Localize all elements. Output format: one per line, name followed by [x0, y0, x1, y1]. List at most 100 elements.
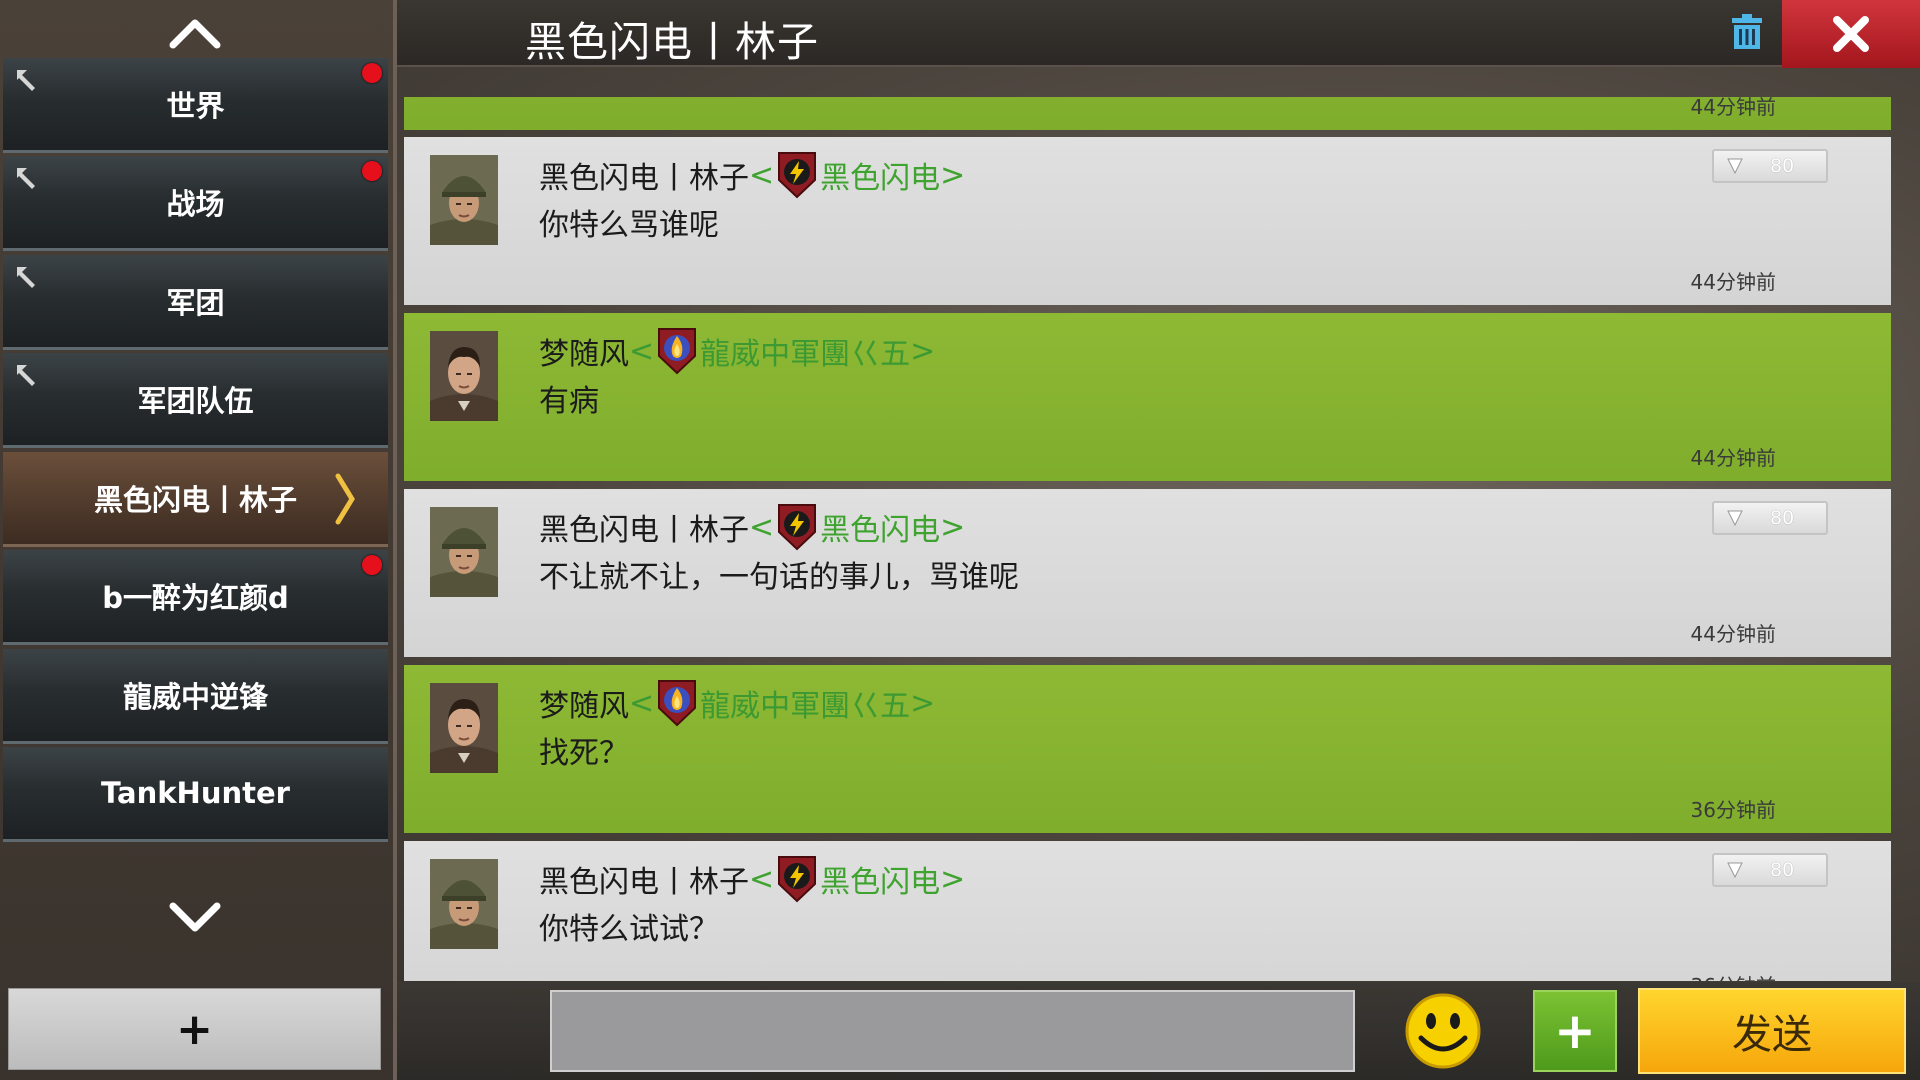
channel-sidebar: 世界 战场 军团 军团队伍 黑色闪电丨林子 b一醉为红颜d 龍威中逆锋 Tank…: [0, 0, 396, 1080]
message-item: 44分钟前: [404, 97, 1891, 130]
plus-icon: +: [176, 1003, 213, 1055]
send-label: 发送: [1732, 1012, 1812, 1058]
lightning-badge-icon: [778, 504, 817, 551]
channel-item-private-linzi[interactable]: 黑色闪电丨林子: [3, 452, 388, 547]
plus-icon: +: [1554, 1002, 1596, 1060]
pin-icon[interactable]: [13, 164, 43, 194]
channel-item-world[interactable]: 世界: [3, 58, 388, 153]
message-time: 36分钟前: [1690, 798, 1776, 822]
emoji-icon[interactable]: [1404, 992, 1482, 1070]
unread-dot: [362, 555, 382, 575]
chevron-right-icon: [335, 473, 355, 525]
pin-icon[interactable]: [13, 361, 43, 391]
message-text: 你特么试试？: [539, 912, 719, 947]
message-text: 不让就不让，一句话的事儿，骂谁呢: [539, 560, 1019, 595]
add-channel-button[interactable]: +: [8, 988, 381, 1070]
vip-arrow-icon: [1727, 862, 1743, 879]
message-item: 黑色闪电丨林子 < 黑色闪电 > 你特么骂谁呢 80 44分钟前: [404, 137, 1891, 305]
avatar-officer[interactable]: [430, 331, 498, 421]
channel-label: 世界: [166, 89, 225, 123]
channel-label: TankHunter: [101, 776, 290, 810]
lightning-badge-icon: [778, 152, 817, 199]
send-button[interactable]: 发送: [1638, 988, 1906, 1074]
close-button[interactable]: [1782, 0, 1920, 68]
vip-level-chip: 80: [1712, 501, 1828, 535]
message-time: 44分钟前: [1690, 446, 1776, 470]
input-bar: + 发送: [397, 982, 1920, 1080]
scroll-down-button[interactable]: [160, 893, 230, 943]
channel-item-private-tankhunter[interactable]: TankHunter: [3, 747, 388, 842]
message-header: 梦随风 < 龍威中軍團巜五 >: [539, 326, 935, 376]
message-header: 黑色闪电丨林子 < 黑色闪电 >: [539, 150, 965, 200]
vip-level: 80: [1770, 507, 1795, 529]
pin-icon[interactable]: [13, 263, 43, 293]
guild-bracket-open: <: [749, 157, 775, 193]
channel-item-battlefield[interactable]: 战场: [3, 156, 388, 251]
message-text: 有病: [539, 384, 599, 419]
message-text: 找死？: [539, 736, 629, 771]
lightning-badge-icon: [778, 856, 817, 903]
guild-bracket-open: <: [749, 861, 775, 897]
channel-label: 龍威中逆锋: [122, 680, 268, 714]
sidebar-divider: [393, 0, 397, 1080]
unread-dot: [362, 161, 382, 181]
guild-name: 龍威中軍團巜五: [700, 689, 911, 724]
vip-arrow-icon: [1727, 158, 1743, 175]
guild-bracket-close: >: [910, 685, 936, 721]
attach-plus-button[interactable]: +: [1533, 990, 1617, 1072]
guild-bracket-close: >: [910, 333, 936, 369]
message-item: 黑色闪电丨林子 < 黑色闪电 > 你特么试试？ 80 36分钟前: [404, 841, 1891, 981]
vip-level: 80: [1770, 155, 1795, 177]
vip-level-chip: 80: [1712, 853, 1828, 887]
flame-badge-icon: [658, 328, 697, 375]
guild-bracket-close: >: [940, 861, 966, 897]
sender-name[interactable]: 梦随风: [539, 329, 629, 373]
sender-name[interactable]: 黑色闪电丨林子: [539, 505, 749, 549]
message-list[interactable]: 44分钟前 黑色闪电丨林子 < 黑色闪电 > 你特么骂谁呢 80 44分钟前 梦…: [404, 97, 1891, 981]
message-header: 梦随风 < 龍威中軍團巜五 >: [539, 678, 935, 728]
avatar-soldier-helmet[interactable]: [430, 507, 498, 597]
message-header: 黑色闪电丨林子 < 黑色闪电 >: [539, 502, 965, 552]
guild-bracket-close: >: [940, 157, 966, 193]
channel-item-private-longwei[interactable]: 龍威中逆锋: [3, 649, 388, 744]
chevron-down-icon: [169, 902, 221, 932]
guild-bracket-open: <: [749, 509, 775, 545]
chat-header: 黑色闪电丨林子: [397, 0, 1920, 68]
pin-icon[interactable]: [13, 66, 43, 96]
message-item: 黑色闪电丨林子 < 黑色闪电 > 不让就不让，一句话的事儿，骂谁呢 80 44分…: [404, 489, 1891, 657]
channel-label: 黑色闪电丨林子: [93, 483, 297, 517]
sender-name[interactable]: 梦随风: [539, 681, 629, 725]
message-time: 44分钟前: [1690, 270, 1776, 294]
vip-level-chip: 80: [1712, 149, 1828, 183]
guild-bracket-open: <: [629, 333, 655, 369]
avatar-soldier-helmet[interactable]: [430, 859, 498, 949]
flame-badge-icon: [658, 680, 697, 727]
chevron-up-icon: [169, 19, 221, 49]
avatar-soldier-helmet[interactable]: [430, 155, 498, 245]
chat-input[interactable]: [550, 990, 1355, 1072]
channel-item-legion[interactable]: 军团: [3, 255, 388, 350]
message-item: 梦随风 < 龍威中軍團巜五 > 找死？ 36分钟前: [404, 665, 1891, 833]
delete-chat-button[interactable]: [1719, 4, 1775, 60]
scroll-up-button[interactable]: [160, 8, 230, 58]
guild-bracket-open: <: [629, 685, 655, 721]
guild-name: 黑色闪电: [820, 513, 941, 548]
trash-icon: [1732, 14, 1762, 49]
channel-label: b一醉为红颜d: [102, 581, 289, 615]
message-time: 44分钟前: [1690, 97, 1776, 119]
unread-dot: [362, 63, 382, 83]
message-item: 梦随风 < 龍威中軍團巜五 > 有病 44分钟前: [404, 313, 1891, 481]
guild-bracket-close: >: [940, 509, 966, 545]
channel-label: 战场: [166, 187, 225, 221]
channel-item-private-hongyan[interactable]: b一醉为红颜d: [3, 550, 388, 645]
channel-item-legion-team[interactable]: 军团队伍: [3, 353, 388, 448]
chat-title: 黑色闪电丨林子: [525, 18, 819, 66]
guild-name: 黑色闪电: [820, 161, 941, 196]
sender-name[interactable]: 黑色闪电丨林子: [539, 857, 749, 901]
sender-name[interactable]: 黑色闪电丨林子: [539, 153, 749, 197]
message-header: 黑色闪电丨林子 < 黑色闪电 >: [539, 854, 965, 904]
close-icon: [1833, 16, 1869, 52]
vip-level: 80: [1770, 859, 1795, 881]
avatar-officer[interactable]: [430, 683, 498, 773]
channel-label: 军团队伍: [137, 384, 254, 418]
